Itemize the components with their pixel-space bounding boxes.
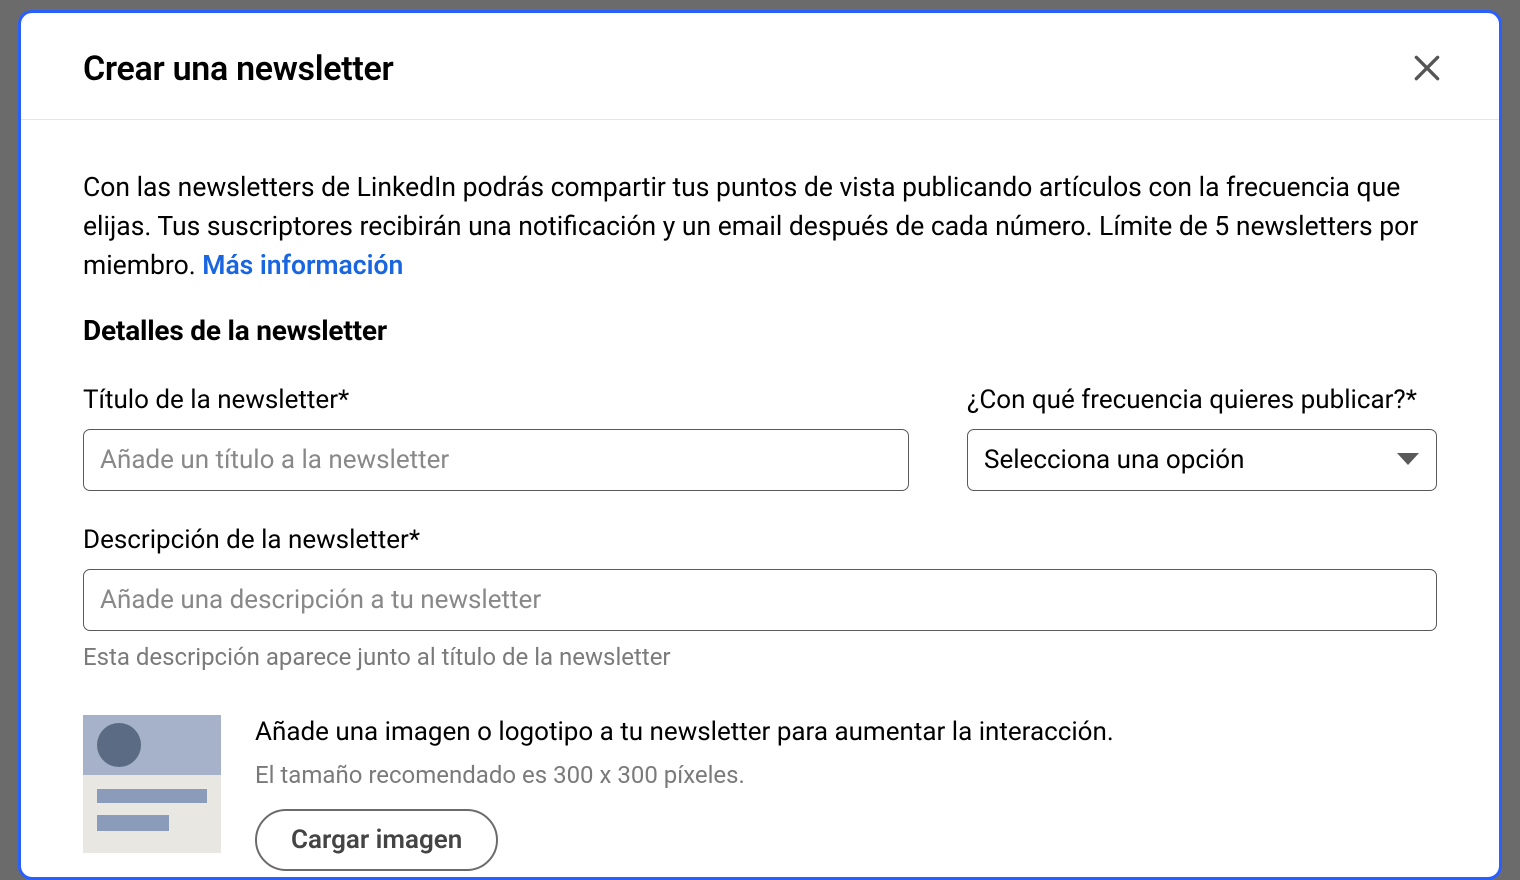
form-row-title-frequency: Título de la newsletter* ¿Con qué frecue… <box>83 385 1437 491</box>
modal-title: Crear una newsletter <box>83 49 393 89</box>
image-placeholder-line2 <box>97 815 169 831</box>
close-button[interactable] <box>1405 47 1449 91</box>
create-newsletter-modal: Crear una newsletter Con las newsletters… <box>18 10 1502 880</box>
close-icon <box>1411 52 1443 87</box>
image-placeholder-banner <box>83 715 221 775</box>
description-label: Descripción de la newsletter* <box>83 525 1437 555</box>
description-field-group: Descripción de la newsletter* Esta descr… <box>83 525 1437 671</box>
learn-more-link[interactable]: Más información <box>202 250 403 281</box>
image-placeholder-icon <box>83 715 221 853</box>
frequency-field-group: ¿Con qué frecuencia quieres publicar?* S… <box>967 385 1437 491</box>
frequency-select-wrapper: Selecciona una opción <box>967 429 1437 491</box>
description-helper-text: Esta descripción aparece junto al título… <box>83 643 1437 671</box>
upload-image-button[interactable]: Cargar imagen <box>255 809 498 871</box>
newsletter-details-heading: Detalles de la newsletter <box>83 314 1437 347</box>
image-upload-subtitle: El tamaño recomendado es 300 x 300 píxel… <box>255 761 1114 789</box>
title-label: Título de la newsletter* <box>83 385 909 415</box>
frequency-label: ¿Con qué frecuencia quieres publicar?* <box>967 385 1437 415</box>
image-upload-section: Añade una imagen o logotipo a tu newslet… <box>83 715 1437 871</box>
image-upload-content: Añade una imagen o logotipo a tu newslet… <box>255 715 1114 871</box>
image-upload-title: Añade una imagen o logotipo a tu newslet… <box>255 717 1114 747</box>
image-placeholder-line1 <box>97 789 207 803</box>
frequency-select[interactable]: Selecciona una opción <box>967 429 1437 491</box>
newsletter-description-input[interactable] <box>83 569 1437 631</box>
modal-body: Con las newsletters de LinkedIn podrás c… <box>21 120 1499 871</box>
modal-header: Crear una newsletter <box>21 13 1499 120</box>
image-placeholder-avatar <box>97 723 141 767</box>
title-field-group: Título de la newsletter* <box>83 385 909 491</box>
newsletter-title-input[interactable] <box>83 429 909 491</box>
intro-paragraph: Con las newsletters de LinkedIn podrás c… <box>83 168 1437 286</box>
